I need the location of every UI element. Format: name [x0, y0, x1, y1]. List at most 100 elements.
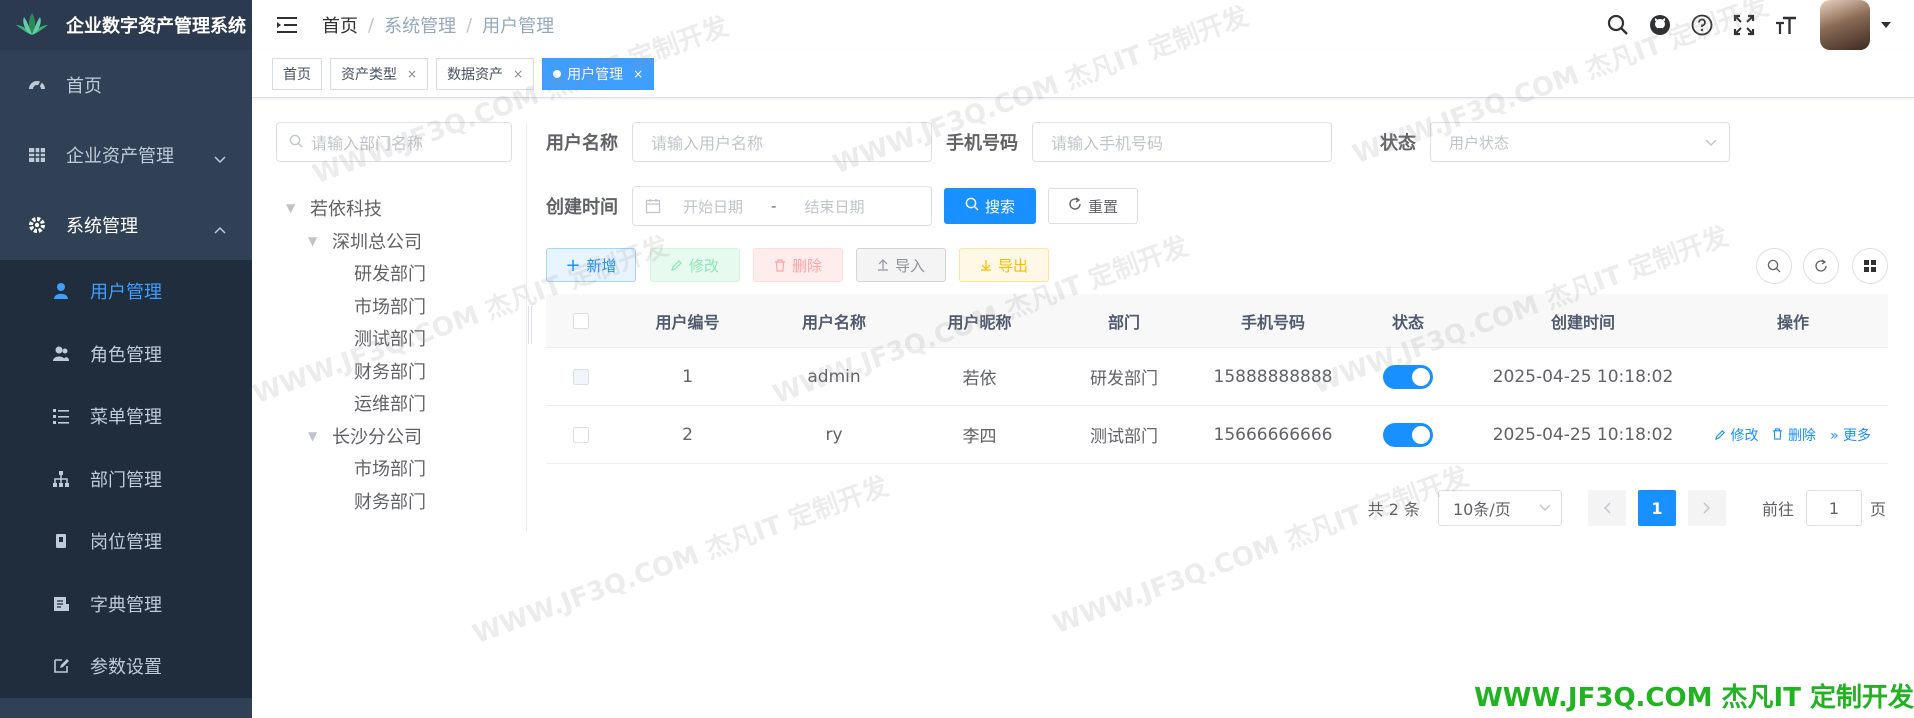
caret-down-icon[interactable]: ▼ [308, 429, 322, 443]
import-button[interactable]: 导入 [856, 248, 946, 282]
hamburger-icon[interactable] [272, 10, 302, 40]
row-edit-button[interactable]: 修改 [1715, 425, 1758, 445]
sidebar-item-asset-management[interactable]: 企业资产管理 [0, 120, 252, 190]
search-icon[interactable] [1604, 11, 1632, 39]
sidebar-item-config[interactable]: 参数设置 [0, 635, 252, 698]
column-header[interactable]: 状态 [1348, 309, 1468, 333]
page-number[interactable]: 1 [1637, 490, 1676, 526]
sidebar-item-dept-management[interactable]: 部门管理 [0, 448, 252, 511]
column-header[interactable]: 操作 [1698, 309, 1888, 333]
column-header[interactable]: 手机号码 [1198, 309, 1348, 333]
column-header[interactable]: 用户昵称 [909, 309, 1050, 333]
tree-node[interactable]: 测试部门 [286, 322, 426, 355]
sidebar-item-label: 参数设置 [90, 657, 162, 679]
row-more-button[interactable]: » 更多 [1830, 425, 1871, 445]
caret-down-icon[interactable]: ▼ [308, 234, 322, 248]
github-icon[interactable] [1646, 11, 1674, 39]
breadcrumb-item-home[interactable]: 首页 [322, 12, 358, 38]
page-goto: 前往 1 页 [1762, 490, 1886, 526]
tag-asset-type[interactable]: 资产类型 × [330, 57, 429, 90]
close-icon[interactable]: × [513, 67, 523, 81]
column-header[interactable]: 创建时间 [1468, 309, 1698, 333]
reset-button-label: 重置 [1087, 197, 1118, 216]
pagination-total: 共 2 条 [1367, 500, 1420, 519]
tag-home[interactable]: 首页 [272, 57, 322, 90]
tree-node[interactable]: 研发部门 [286, 257, 426, 290]
refresh-button[interactable] [1803, 248, 1839, 284]
sidebar-item-system-management[interactable]: 系统管理 [0, 190, 252, 260]
row-checkbox[interactable] [573, 368, 589, 385]
search-button[interactable]: 搜索 [944, 188, 1036, 224]
export-button[interactable]: 导出 [959, 248, 1049, 282]
page-size-select[interactable]: 10条/页 [1437, 490, 1562, 526]
app-title: 企业数字资产管理系统 [66, 16, 246, 37]
row-checkbox[interactable] [573, 426, 589, 443]
date-end[interactable]: 结束日期 [804, 196, 864, 217]
toggle-search-button[interactable] [1756, 248, 1792, 284]
upload-icon [877, 259, 889, 271]
edit-icon [52, 657, 70, 675]
fullscreen-icon[interactable] [1730, 11, 1758, 39]
breadcrumb-item-system: 系统管理 [384, 16, 457, 37]
dept-search-input[interactable]: 请输入部门名称 [276, 122, 512, 162]
tag-user-management[interactable]: 用户管理 × [542, 57, 655, 90]
column-header[interactable]: 用户名称 [759, 309, 909, 333]
edit-button[interactable]: 修改 [650, 248, 740, 282]
goto-page-input[interactable]: 1 [1805, 490, 1862, 526]
sidebar-item-home[interactable]: 首页 [0, 50, 252, 120]
sidebar-item-menu-management[interactable]: 菜单管理 [0, 385, 252, 448]
close-icon[interactable]: × [633, 67, 643, 81]
table-row[interactable]: 1 admin 若依 研发部门 15888888888 2025-04-25 1… [546, 348, 1888, 406]
reset-button[interactable]: 重置 [1048, 188, 1138, 224]
sidebar-item-dict-management[interactable]: 字典管理 [0, 573, 252, 636]
user-icon [52, 282, 70, 300]
tree-node-label: 市场部门 [354, 459, 426, 481]
prev-page-button[interactable] [1587, 490, 1626, 526]
status-switch[interactable] [1383, 422, 1433, 447]
status-switch[interactable] [1383, 364, 1433, 389]
phone-input[interactable]: 请输入手机号码 [1032, 122, 1332, 162]
tree-node[interactable]: ▼ 若依科技 [286, 192, 426, 225]
sidebar-item-user-management[interactable]: 用户管理 [0, 260, 252, 323]
close-icon[interactable]: × [407, 67, 417, 81]
sidebar-item-label: 用户管理 [90, 282, 162, 304]
columns-button[interactable] [1852, 248, 1888, 284]
badge-icon [52, 532, 70, 550]
status-placeholder: 用户状态 [1449, 133, 1510, 152]
help-icon[interactable] [1688, 11, 1716, 39]
tree-node[interactable]: 财务部门 [286, 355, 426, 388]
tree-node[interactable]: ▼ 长沙分公司 [286, 420, 426, 453]
add-button[interactable]: + 新增 [546, 248, 636, 282]
caret-down-icon[interactable] [1878, 22, 1894, 28]
tree-node[interactable]: 运维部门 [286, 387, 426, 420]
font-size-icon[interactable] [1772, 11, 1800, 39]
tag-label: 数据资产 [447, 66, 504, 83]
column-header[interactable]: 用户编号 [616, 309, 759, 333]
sidebar-item-post-management[interactable]: 岗位管理 [0, 510, 252, 573]
tree-node[interactable]: 财务部门 [286, 485, 426, 518]
logo[interactable]: 企业数字资产管理系统 [0, 0, 252, 50]
delete-button[interactable]: 删除 [753, 248, 843, 282]
chevron-right-icon [1703, 502, 1711, 514]
column-header[interactable]: 部门 [1050, 309, 1198, 333]
sidebar-item-role-management[interactable]: 角色管理 [0, 323, 252, 386]
row-delete-button[interactable]: 删除 [1772, 425, 1816, 445]
username-input[interactable]: 请输入用户名称 [632, 122, 932, 162]
breadcrumb-item-user: 用户管理 [482, 16, 555, 37]
select-all-checkbox[interactable] [573, 312, 589, 329]
avatar[interactable] [1820, 0, 1870, 50]
resize-handle[interactable] [528, 306, 532, 344]
tree-node[interactable]: ▼ 深圳总公司 [286, 225, 426, 258]
sidebar-item-label: 部门管理 [90, 469, 162, 491]
tag-data-asset[interactable]: 数据资产 × [436, 57, 535, 90]
tree-node[interactable]: 市场部门 [286, 452, 426, 485]
tree-node[interactable]: 市场部门 [286, 290, 426, 323]
next-page-button[interactable] [1687, 490, 1726, 526]
table-row[interactable]: 2 ry 李四 测试部门 15666666666 2025-04-25 10:1… [546, 406, 1888, 464]
date-range-picker[interactable]: 开始日期 - 结束日期 [632, 186, 932, 226]
caret-down-icon[interactable]: ▼ [286, 201, 300, 215]
date-start[interactable]: 开始日期 [683, 196, 743, 217]
watermark: WWW.JF3Q.COM 杰凡IT 定制开发 [468, 471, 893, 651]
status-select[interactable]: 用户状态 [1430, 122, 1730, 162]
dashboard-icon [28, 76, 46, 94]
